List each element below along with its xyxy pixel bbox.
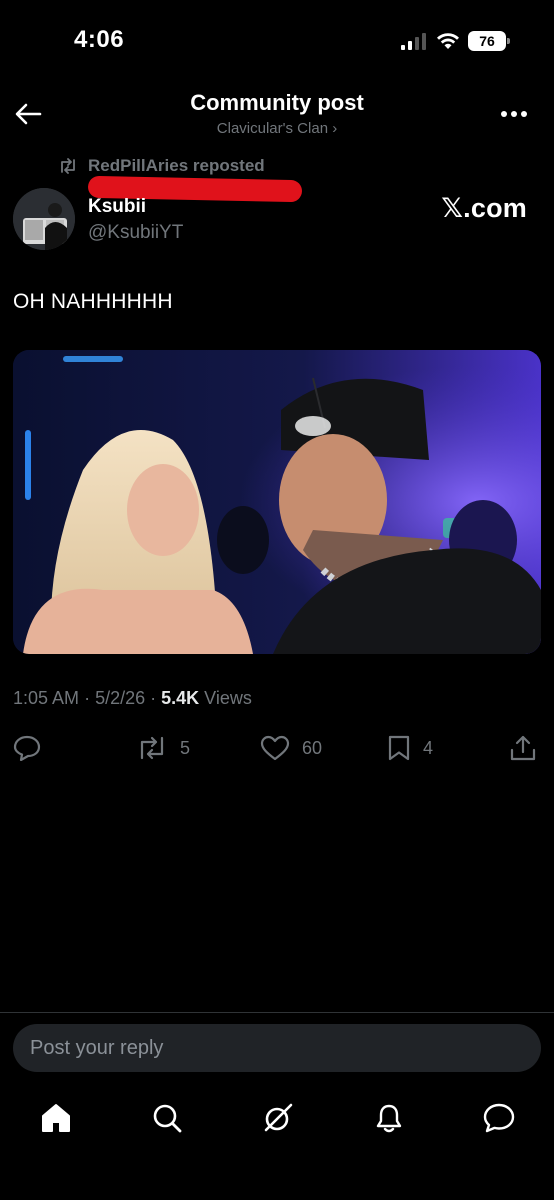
more-button[interactable] [496,100,532,128]
avatar[interactable] [13,188,75,250]
repost-button[interactable]: 5 [136,734,190,762]
repost-count: 5 [180,737,191,758]
post-meta: 1:05 AM · 5/2/26 · 5.4K Views [13,688,252,709]
repost-icon [61,158,75,174]
battery-icon: 76 [468,31,510,51]
page-title: Community post [190,90,364,115]
nav-messages[interactable] [479,1098,519,1138]
author-handle[interactable]: @KsubiiYT [88,222,183,244]
source-badge: 𝕏.com [441,193,527,223]
nav-home[interactable] [36,1098,76,1138]
notifications-icon [376,1104,402,1133]
messages-icon [483,1103,515,1133]
bookmark-icon [388,735,410,761]
post-time: 1:05 AM [13,688,80,708]
views-count: 5.4K [161,688,200,708]
meta-separator: · [84,688,96,708]
status-time: 4:06 [74,26,125,53]
post-media[interactable] [13,350,541,654]
repost-label: RedPillAries reposted [88,156,265,175]
like-count: 60 [302,737,323,758]
like-button[interactable]: 60 [260,734,322,762]
meta-separator: · [150,688,162,708]
nav-search[interactable] [147,1098,187,1138]
wifi-icon [437,33,459,49]
home-icon [42,1104,70,1132]
reply-button[interactable] [13,734,41,762]
more-icon [501,111,527,117]
nav-notifications[interactable] [369,1098,409,1138]
post-date: 5/2/26 [95,688,146,708]
heart-icon [260,735,290,761]
post-photo [13,350,541,654]
grok-icon [264,1103,293,1132]
author-name[interactable]: Ksubii [88,196,146,218]
community-link[interactable]: Clavicular's Clan › [0,120,554,137]
views-label: Views [204,688,252,708]
nav-grok[interactable] [258,1098,298,1138]
search-icon [153,1104,182,1133]
share-button[interactable] [510,734,536,762]
divider [0,1012,554,1013]
post-text: OH NAHHHHHH [13,290,173,313]
bookmark-count: 4 [423,737,434,758]
avatar-image [13,188,75,250]
share-icon [510,735,536,761]
bookmark-button[interactable]: 4 [387,734,433,762]
reply-icon [13,735,41,761]
repost-icon [140,736,164,760]
reply-input[interactable]: Post your reply [13,1024,541,1072]
signal-icon [401,33,426,50]
repost-context[interactable]: RedPillAries reposted [58,156,265,176]
status-icons: 76 [400,30,510,52]
